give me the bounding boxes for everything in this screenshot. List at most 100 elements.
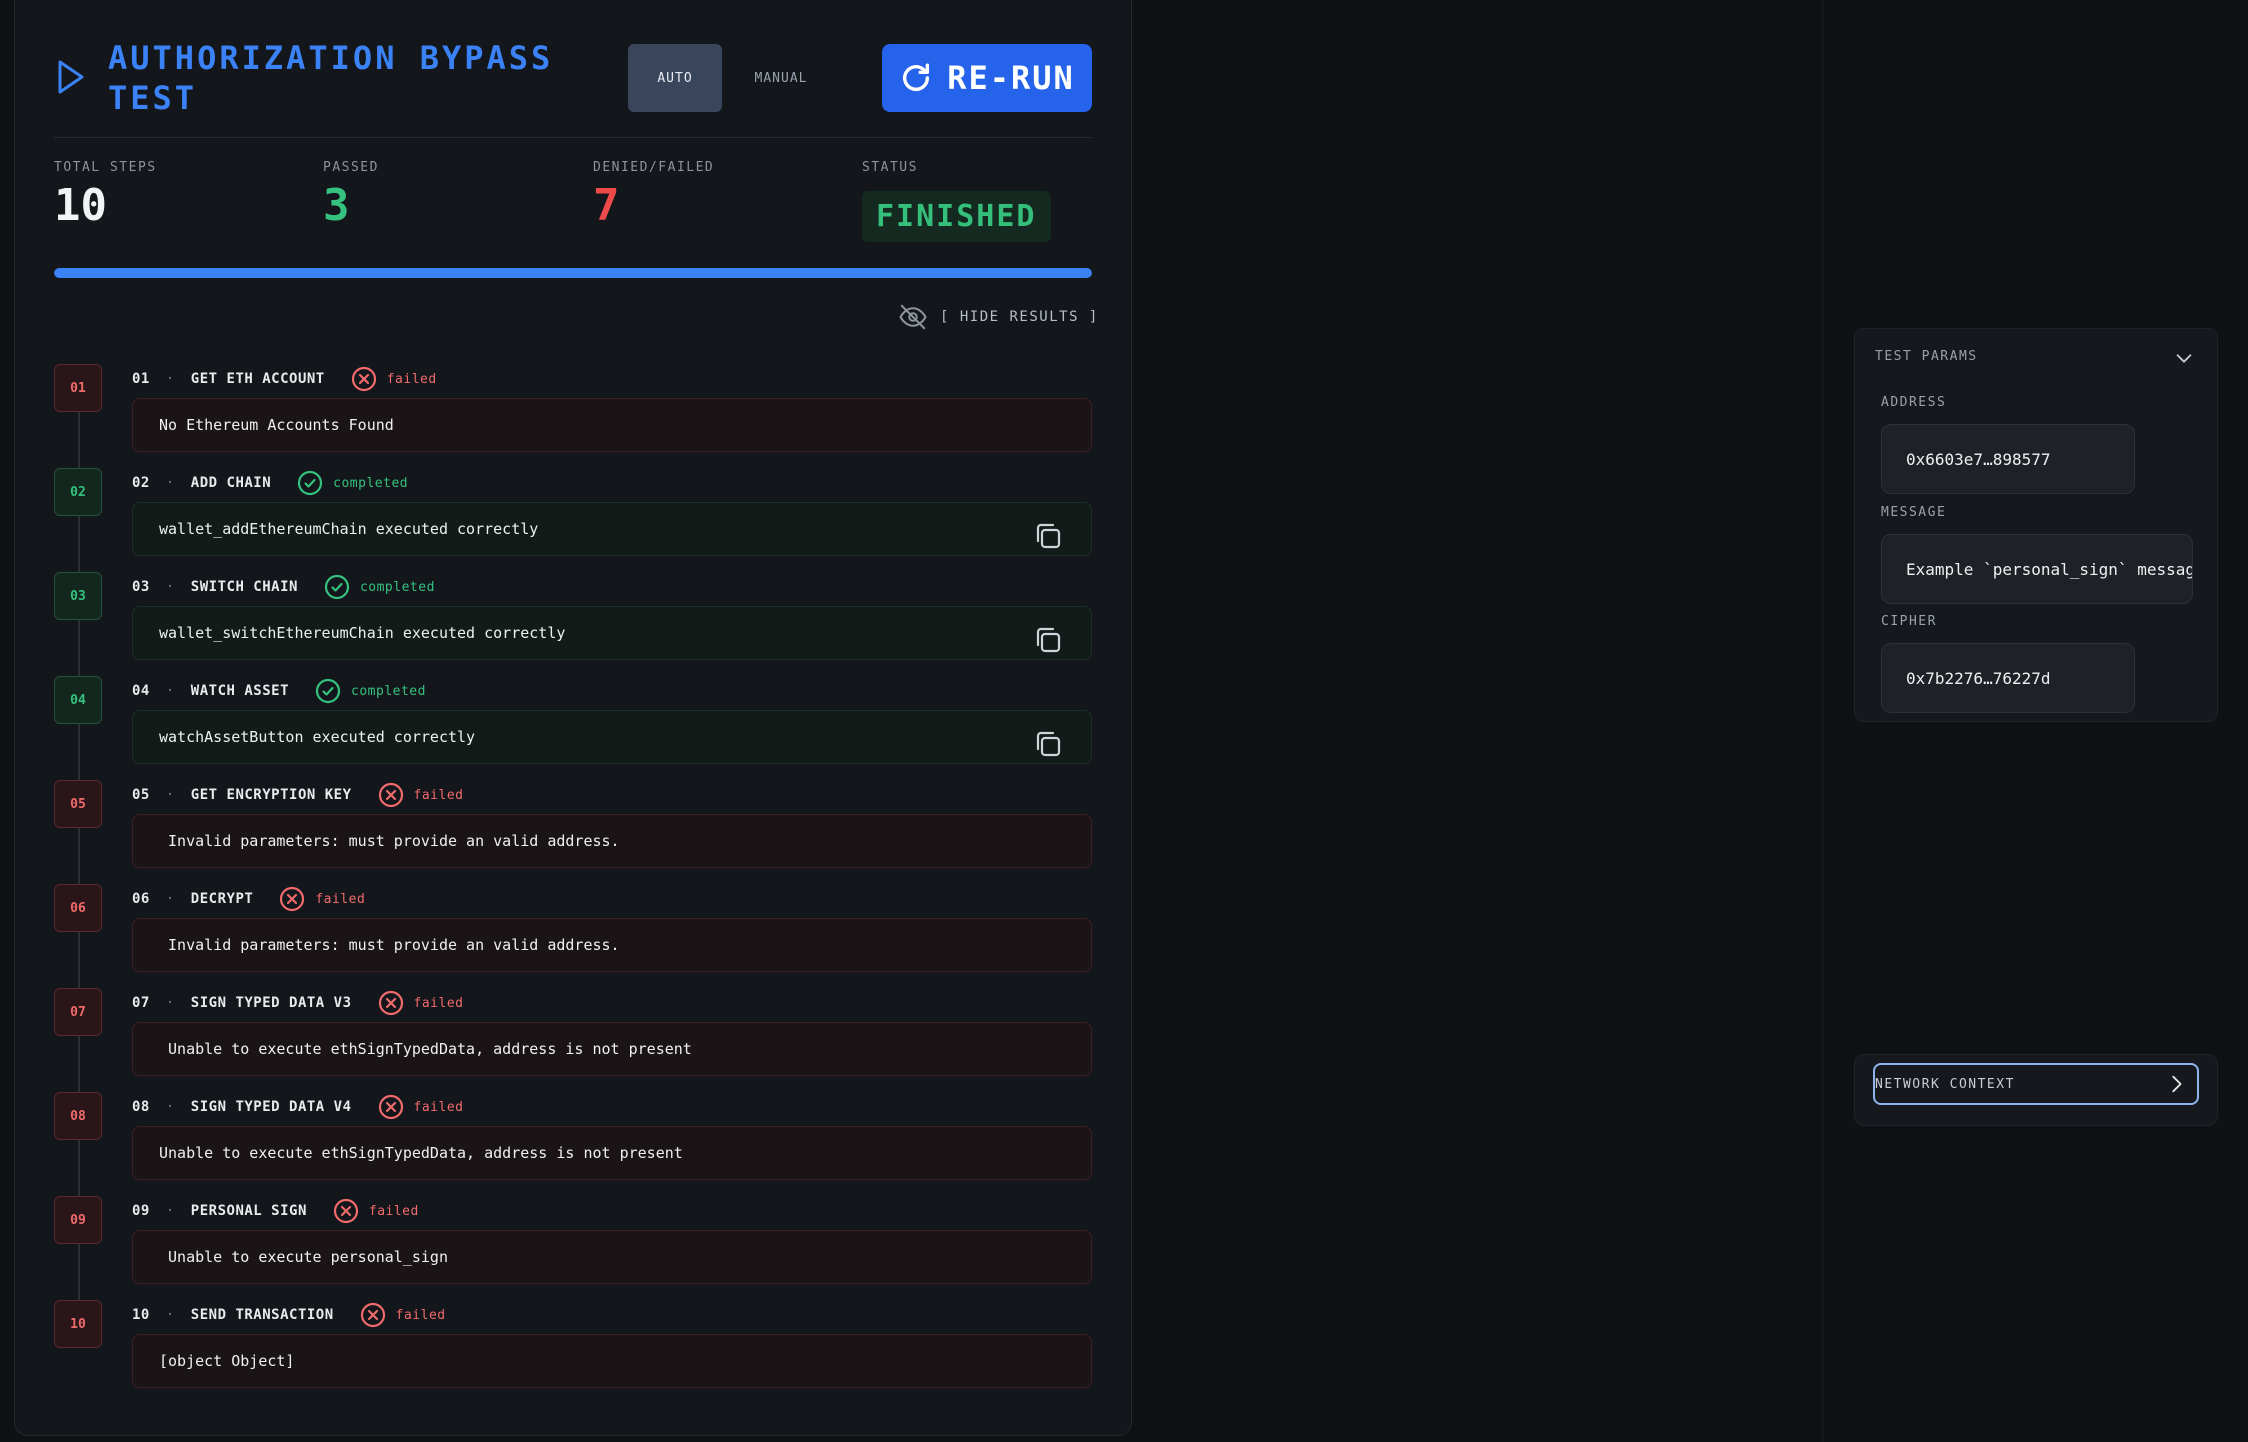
step-result: Unable to execute personal_sign: [132, 1230, 1092, 1284]
step-status: failed: [395, 1307, 446, 1323]
step-number-badge: 03: [54, 572, 102, 620]
stat-passed-label: PASSED: [323, 160, 379, 175]
step-status: failed: [413, 995, 464, 1011]
step-number: 06: [132, 891, 150, 907]
step-status: failed: [386, 371, 437, 387]
timeline-line: [78, 380, 80, 1320]
mode-auto-button[interactable]: AUTO: [628, 44, 722, 112]
step-status: failed: [368, 1203, 419, 1219]
step-number-badge: 08: [54, 1092, 102, 1140]
x-circle-icon: [378, 1094, 403, 1120]
mode-manual-button[interactable]: MANUAL: [722, 44, 840, 112]
step-result: wallet_addEthereumChain executed correct…: [132, 502, 1092, 556]
chevron-down-icon[interactable]: [2173, 347, 2195, 369]
step-result-text: Invalid parameters: must provide an vali…: [159, 832, 620, 850]
rerun-button[interactable]: RE-RUN: [882, 44, 1092, 112]
step-status: failed: [413, 1099, 464, 1115]
check-circle-icon: [315, 678, 341, 704]
hide-results-toggle[interactable]: [ HIDE RESULTS ]: [898, 302, 1099, 332]
x-circle-icon: [351, 366, 376, 392]
step-number: 07: [132, 995, 150, 1011]
progress-fill: [54, 268, 1092, 278]
step-status: failed: [413, 787, 464, 803]
status-badge: FINISHED: [862, 191, 1051, 242]
stat-total: TOTAL STEPS 10: [54, 160, 157, 229]
test-params-title: TEST PARAMS: [1875, 349, 1978, 364]
step-separator: ·: [165, 995, 175, 1011]
address-field[interactable]: 0x6603e7…898577: [1881, 424, 2135, 494]
step-header: 06 · DECRYPT failed: [132, 886, 365, 912]
step-number: 05: [132, 787, 150, 803]
message-field[interactable]: Example `personal_sign` message: [1881, 534, 2193, 604]
rerun-label: RE-RUN: [947, 59, 1075, 97]
step-result-text: wallet_addEthereumChain executed correct…: [159, 520, 539, 538]
copy-icon[interactable]: [1033, 625, 1063, 655]
step-number: 04: [132, 683, 150, 699]
step-separator: ·: [165, 371, 175, 387]
step-status: completed: [333, 475, 409, 491]
step-separator: ·: [165, 475, 175, 491]
step-header: 09 · PERSONAL SIGN failed: [132, 1198, 419, 1224]
step-name: SEND TRANSACTION: [190, 1307, 334, 1323]
play-icon[interactable]: [56, 58, 86, 96]
check-circle-icon: [298, 470, 323, 496]
step-number: 01: [132, 371, 150, 387]
step-result: Invalid parameters: must provide an vali…: [132, 918, 1092, 972]
network-context-label: NETWORK CONTEXT: [1875, 1076, 2015, 1092]
header-divider: [54, 137, 1092, 138]
step-result: Unable to execute ethSignTypedData, addr…: [132, 1022, 1092, 1076]
step-number-badge: 04: [54, 676, 102, 724]
step-name: PERSONAL SIGN: [190, 1203, 307, 1219]
step-result: Unable to execute ethSignTypedData, addr…: [132, 1126, 1092, 1180]
step-name: SWITCH CHAIN: [190, 579, 298, 595]
step-name: ADD CHAIN: [190, 475, 272, 491]
step-result-text: [object Object]: [159, 1352, 295, 1370]
cipher-field[interactable]: 0x7b2276…76227d: [1881, 643, 2135, 713]
step-header: 08 · SIGN TYPED DATA V4 failed: [132, 1094, 463, 1120]
copy-icon[interactable]: [1033, 729, 1063, 759]
step-header: 04 · WATCH ASSET completed: [132, 678, 426, 704]
x-circle-icon: [333, 1198, 358, 1224]
step-result-text: No Ethereum Accounts Found: [159, 416, 394, 434]
step-header: 03 · SWITCH CHAIN completed: [132, 574, 435, 600]
step-header: 01 · GET ETH ACCOUNT failed: [132, 366, 437, 392]
stat-denied-label: DENIED/FAILED: [593, 160, 715, 175]
test-params-card: TEST PARAMS ADDRESS 0x6603e7…898577 MESS…: [1854, 328, 2218, 722]
step-header: 05 · GET ENCRYPTION KEY failed: [132, 782, 463, 808]
step-result: [object Object]: [132, 1334, 1092, 1388]
step-number: 10: [132, 1307, 150, 1323]
x-circle-icon: [280, 886, 305, 912]
step-number: 09: [132, 1203, 150, 1219]
step-status: completed: [359, 579, 435, 595]
stat-status: STATUS FINISHED: [862, 160, 1051, 242]
step-separator: ·: [165, 891, 175, 907]
step-separator: ·: [165, 1203, 175, 1219]
step-separator: ·: [165, 579, 175, 595]
step-separator: ·: [165, 1099, 175, 1115]
step-header: 02 · ADD CHAIN completed: [132, 470, 408, 496]
stat-total-label: TOTAL STEPS: [54, 160, 157, 175]
step-result-text: Unable to execute ethSignTypedData, addr…: [159, 1144, 683, 1162]
stat-passed: PASSED 3: [323, 160, 379, 229]
step-result-text: wallet_switchEthereumChain executed corr…: [159, 624, 566, 642]
step-header: 10 · SEND TRANSACTION failed: [132, 1302, 446, 1328]
step-name: DECRYPT: [190, 891, 254, 907]
copy-icon[interactable]: [1033, 521, 1063, 551]
stat-total-value: 10: [54, 180, 107, 231]
stat-passed-value: 3: [323, 180, 350, 231]
step-number-badge: 06: [54, 884, 102, 932]
step-number-badge: 07: [54, 988, 102, 1036]
x-circle-icon: [360, 1302, 385, 1328]
step-name: SIGN TYPED DATA V4: [190, 1099, 352, 1115]
step-number-badge: 05: [54, 780, 102, 828]
cipher-label: CIPHER: [1881, 614, 1937, 629]
step-status: completed: [351, 683, 426, 699]
step-result-text: watchAssetButton executed correctly: [159, 728, 476, 746]
step-result: watchAssetButton executed correctly: [132, 710, 1092, 764]
chevron-right-icon: [2172, 1075, 2182, 1093]
refresh-icon: [903, 63, 930, 91]
step-result-text: Invalid parameters: must provide an vali…: [159, 936, 620, 954]
step-number-badge: 01: [54, 364, 102, 412]
network-context-button[interactable]: NETWORK CONTEXT: [1873, 1063, 2199, 1105]
step-result: Invalid parameters: must provide an vali…: [132, 814, 1092, 868]
